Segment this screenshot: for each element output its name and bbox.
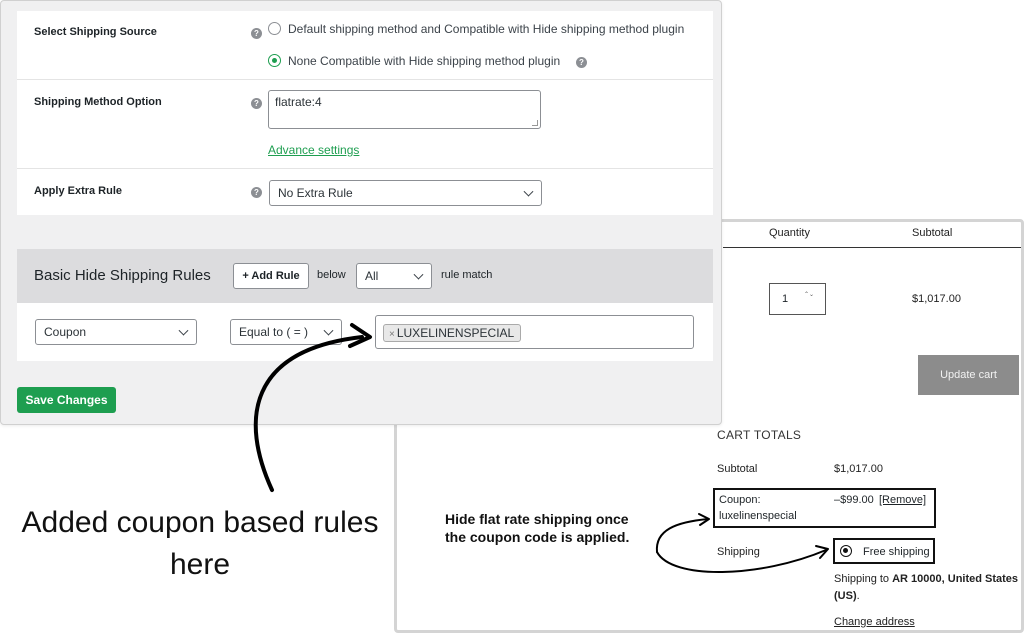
condition-value: Coupon (44, 325, 87, 339)
help-icon: ? (251, 28, 262, 39)
ship-to-prefix: Shipping to (834, 573, 893, 585)
chevron-down-icon (178, 325, 189, 336)
shipping-method-label: Shipping Method Option (34, 96, 162, 108)
update-cart-button[interactable]: Update cart (918, 355, 1019, 395)
quantity-input[interactable]: 1 ⌃⌄ (769, 283, 826, 315)
coupon-tag-value: LUXELINENSPECIAL (396, 326, 515, 340)
rules-title: Basic Hide Shipping Rules (34, 267, 211, 284)
quantity-column-header: Quantity (769, 227, 810, 239)
coupon-tag-input[interactable]: × LUXELINENSPECIAL (375, 315, 694, 349)
quantity-stepper-icon[interactable]: ⌃⌄ (804, 292, 814, 306)
coupon-line: Coupon: luxelinenspecial –$99.00 [Remove… (713, 488, 936, 528)
condition-select[interactable]: Coupon (35, 319, 197, 345)
shipping-source-label: Select Shipping Source (34, 26, 157, 38)
subtotal-label: Subtotal (717, 463, 758, 475)
cart-table-header: Quantity Subtotal (723, 222, 1021, 248)
subtotal-column-header: Subtotal (912, 227, 953, 239)
extra-rule-select[interactable]: No Extra Rule (269, 180, 542, 206)
chevron-down-icon (523, 186, 534, 197)
line-subtotal: $1,017.00 (912, 293, 961, 305)
help-icon: ? (576, 57, 587, 68)
shipping-label: Shipping (717, 546, 760, 558)
divider (17, 79, 713, 80)
hide-shipping-note: Hide flat rate shipping once the coupon … (445, 511, 630, 545)
change-address-link[interactable]: Change address (834, 616, 915, 628)
shipping-destination: Shipping to AR 10000, United States (US)… (834, 571, 1024, 605)
rule-match-select[interactable]: All (356, 263, 432, 289)
coupon-tag: × LUXELINENSPECIAL (383, 324, 522, 342)
rule-match-label: rule match (441, 269, 493, 281)
coupon-amount: –$99.00 (834, 494, 874, 506)
advance-settings-link[interactable]: Advance settings (268, 143, 359, 157)
divider (17, 168, 713, 169)
cart-totals-heading: CART TOTALS (717, 428, 802, 442)
extra-rule-label: Apply Extra Rule (34, 185, 123, 197)
resize-grip-icon[interactable] (532, 120, 538, 126)
tag-remove-icon[interactable]: × (389, 329, 395, 340)
operator-value: Equal to ( = ) (239, 325, 309, 339)
shipping-method-value: flatrate:4 (275, 95, 322, 109)
subtotal-value: $1,017.00 (834, 463, 883, 475)
ship-to-suffix: . (856, 590, 860, 602)
operator-select[interactable]: Equal to ( = ) (230, 319, 342, 345)
shipping-method-textarea[interactable]: flatrate:4 (268, 90, 541, 129)
chevron-down-icon (413, 269, 424, 280)
coupon-code: luxelinenspecial (719, 510, 797, 522)
radio-none-compatible[interactable] (268, 54, 281, 67)
radio-default-source-label: Default shipping method and Compatible w… (288, 22, 685, 36)
rule-match-value: All (365, 269, 379, 283)
radio-default-source[interactable] (268, 22, 281, 35)
help-icon: ? (251, 98, 262, 109)
extra-rule-value: No Extra Rule (278, 186, 353, 200)
add-rule-button[interactable]: + Add Rule (233, 263, 309, 289)
caption-text: Added coupon based rules here (21, 506, 379, 581)
below-label: below (317, 269, 346, 281)
rule-row: Coupon Equal to ( = ) × LUXELINENSPECIAL (17, 303, 713, 361)
chevron-down-icon (323, 325, 334, 336)
admin-settings-panel: Select Shipping Source ? Default shippin… (0, 0, 722, 425)
settings-card: Select Shipping Source ? Default shippin… (17, 11, 713, 215)
free-shipping-radio[interactable] (840, 545, 852, 557)
radio-none-compatible-label: None Compatible with Hide shipping metho… (288, 54, 561, 68)
rules-header: Basic Hide Shipping Rules + Add Rule bel… (17, 249, 713, 303)
help-icon: ? (251, 187, 262, 198)
free-shipping-label: Free shipping (863, 546, 930, 558)
save-changes-button[interactable]: Save Changes (17, 387, 116, 413)
quantity-value: 1 (782, 293, 789, 305)
remove-coupon-link[interactable]: [Remove] (879, 494, 926, 506)
coupon-label: Coupon: (719, 494, 761, 506)
free-shipping-option[interactable]: Free shipping (833, 538, 935, 564)
